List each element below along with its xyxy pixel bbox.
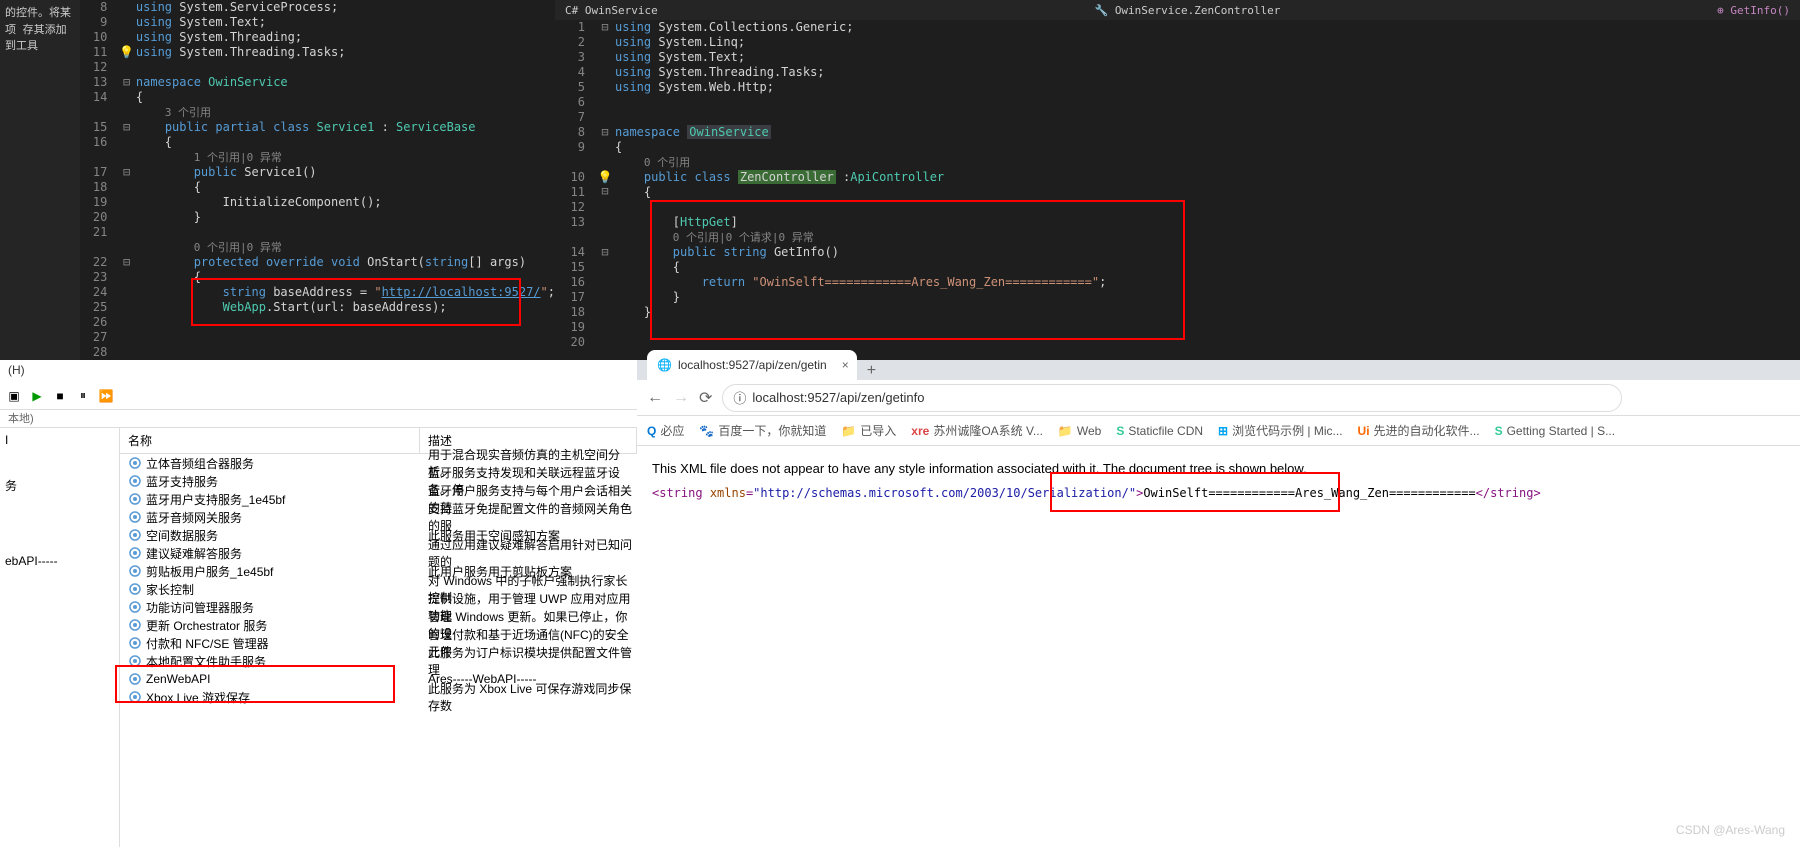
restart-icon[interactable]: ⏩ [97, 387, 115, 405]
back-button[interactable]: ← [647, 389, 663, 407]
browser-panel: 🌐 localhost:9527/api/zen/getin × + ← → ⟳… [637, 360, 1800, 847]
tree-local-label: 本地) [0, 410, 637, 428]
breadcrumb-bar[interactable]: C# OwinService 🔧 OwinService.ZenControll… [555, 0, 1800, 20]
services-tree[interactable]: I 务 ebAPI----- [0, 428, 120, 847]
url-input[interactable]: ⓘ localhost:9527/api/zen/getinfo [722, 384, 1622, 412]
line-gutter-right: 1234567891011121314151617181920 [555, 20, 595, 360]
bookmark-icon: 📁 [1058, 424, 1073, 438]
bookmark-icon: ⊞ [1218, 424, 1228, 438]
gear-icon [128, 492, 142, 506]
xml-message: This XML file does not appear to have an… [652, 461, 1785, 476]
xml-content: <string xmlns="http://schemas.microsoft.… [652, 486, 1785, 500]
line-gutter-left: 8910111213141516171819202122232425262728 [80, 0, 118, 360]
service-row[interactable]: Xbox Live 游戏保存此服务为 Xbox Live 可保存游戏同步保存数 [120, 688, 637, 706]
gear-icon [128, 636, 142, 650]
right-code-editor: C# OwinService 🔧 OwinService.ZenControll… [555, 0, 1800, 360]
new-tab-button[interactable]: + [867, 362, 876, 380]
bookmark-icon: 🐾 [699, 424, 714, 438]
code-area-right[interactable]: using System.Collections.Generic; using … [615, 20, 1800, 360]
bookmark-icon: xre [911, 424, 929, 438]
bookmark-item[interactable]: ⊞浏览代码示例 | Mic... [1218, 422, 1343, 439]
info-icon[interactable]: ⓘ [733, 388, 746, 407]
bookmarks-bar: Q必应 🐾百度一下，你就知道 📁已导入 xre苏州诚隆OA系统 V... 📁Web SSt… [637, 416, 1800, 446]
expand-icon[interactable]: ▣ [5, 387, 23, 405]
gear-icon [128, 474, 142, 488]
csharp-icon: C# [565, 4, 578, 17]
pause-icon[interactable]: ⏸ [74, 387, 92, 405]
bookmark-item[interactable]: 🐾百度一下，你就知道 [699, 422, 826, 439]
gear-icon [128, 600, 142, 614]
left-code-editor: 的控件。将某项 存其添加到工具 891011121314151617181920… [0, 0, 555, 360]
gear-icon [128, 528, 142, 542]
gear-icon [128, 690, 142, 704]
forward-button[interactable]: → [673, 389, 689, 407]
bookmark-item[interactable]: SGetting Started | S... [1495, 424, 1616, 438]
fold-column-left[interactable]: 💡⊟⊟⊟⊟ [117, 0, 136, 360]
bookmark-item[interactable]: Ui先进的自动化软件... [1358, 422, 1480, 439]
bookmark-icon: 📁 [841, 424, 856, 438]
gear-icon [128, 618, 142, 632]
stop-icon[interactable]: ■ [51, 387, 69, 405]
bookmark-item[interactable]: xre苏州诚隆OA系统 V... [911, 422, 1043, 439]
browser-tab[interactable]: 🌐 localhost:9527/api/zen/getin × [647, 350, 857, 380]
watermark: CSDN @Ares-Wang [1676, 823, 1785, 837]
toolbox-tip: 的控件。将某项 存其添加到工具 [0, 0, 80, 360]
menu-help[interactable]: (H) [0, 360, 637, 382]
services-toolbar: ▣ ▶ ■ ⏸ ⏩ [0, 382, 637, 410]
service-row[interactable]: 本地配置文件助手服务此服务为订户标识模块提供配置文件管理 [120, 652, 637, 670]
browser-content: This XML file does not appear to have an… [637, 446, 1800, 847]
bookmark-item[interactable]: 📁Web [1058, 424, 1101, 438]
tab-close-icon[interactable]: × [842, 358, 849, 372]
gear-icon [128, 654, 142, 668]
bookmark-item[interactable]: 📁已导入 [841, 422, 896, 439]
bookmark-icon: S [1495, 424, 1503, 438]
service-row[interactable]: 蓝牙音频网关服务支持蓝牙免提配置文件的音频网关角色的服 [120, 508, 637, 526]
bookmark-icon: Ui [1358, 424, 1370, 438]
service-row[interactable]: 建议疑难解答服务通过应用建议疑难解答启用针对已知问题的 [120, 544, 637, 562]
gear-icon [128, 546, 142, 560]
reload-button[interactable]: ⟳ [699, 388, 712, 408]
bookmark-icon: Q [647, 424, 656, 438]
gear-icon [128, 510, 142, 524]
play-icon[interactable]: ▶ [28, 387, 46, 405]
bookmark-item[interactable]: Q必应 [647, 422, 684, 439]
gear-icon [128, 456, 142, 470]
globe-icon: 🌐 [657, 358, 672, 372]
services-panel: (H) ▣ ▶ ■ ⏸ ⏩ 本地) I 务 ebAPI----- 名称 描述 立… [0, 360, 637, 847]
bookmark-item[interactable]: SStaticfile CDN [1116, 424, 1203, 438]
gear-icon [128, 582, 142, 596]
services-list: 名称 描述 立体音频组合器服务用于混合现实音频仿真的主机空间分析。蓝牙支持服务蓝… [120, 428, 637, 847]
code-area-left[interactable]: using System.ServiceProcess; using Syste… [136, 0, 555, 360]
gear-icon [128, 564, 142, 578]
gear-icon [128, 672, 142, 686]
browser-tab-bar: 🌐 localhost:9527/api/zen/getin × + [637, 360, 1800, 380]
address-bar: ← → ⟳ ⓘ localhost:9527/api/zen/getinfo [637, 380, 1800, 416]
fold-column-right[interactable]: ⊟⊟💡⊟⊟ [595, 20, 615, 360]
bookmark-icon: S [1116, 424, 1124, 438]
